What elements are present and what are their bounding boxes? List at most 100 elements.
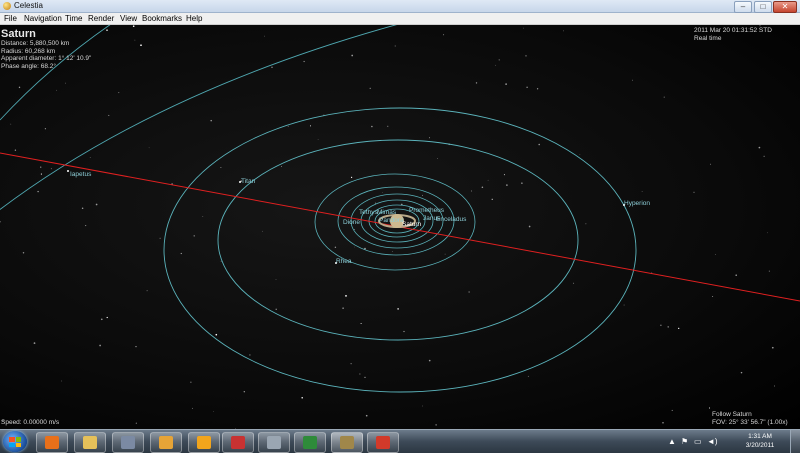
star [710, 163, 712, 165]
start-button[interactable] [3, 431, 27, 452]
star [667, 326, 669, 328]
volume-icon[interactable]: ◄) [707, 437, 718, 446]
label-pandora[interactable]: Pandora [379, 217, 404, 224]
menu-time[interactable]: Time [65, 13, 82, 24]
star [350, 176, 353, 179]
action-center-flag-icon[interactable]: ⚑ [681, 437, 688, 446]
label-mimas[interactable]: Mimas [377, 209, 396, 216]
star [714, 254, 716, 255]
phase-angle-readout: Phase angle: 68.2° [1, 62, 57, 70]
star [382, 192, 383, 193]
menu-navigation[interactable]: Navigation [24, 13, 62, 24]
star [95, 203, 98, 206]
star [301, 396, 303, 399]
star [538, 143, 540, 146]
close-button[interactable]: ✕ [773, 1, 797, 13]
taskbar-celestia-button[interactable] [331, 432, 363, 453]
star [768, 270, 770, 272]
star [585, 223, 587, 225]
label-rhea[interactable]: Rhea [336, 258, 352, 265]
star [740, 371, 743, 374]
network-icon[interactable]: ▭ [694, 437, 702, 446]
star [403, 330, 405, 333]
star [334, 246, 337, 248]
star [190, 381, 192, 383]
menu-file[interactable]: File [4, 13, 17, 24]
taskbar-acrobat-button[interactable] [222, 432, 254, 453]
star [365, 414, 368, 417]
menu-view[interactable]: View [120, 13, 137, 24]
star [443, 34, 445, 36]
celestia-3d-view[interactable]: Iapetus Titan Hyperion Rhea Dione Tethys… [0, 25, 800, 429]
star [422, 194, 423, 196]
star [374, 202, 376, 204]
star [33, 342, 36, 344]
star [712, 295, 714, 298]
tray-expand-icon[interactable]: ▲ [668, 437, 676, 446]
star [708, 407, 711, 409]
star [37, 190, 39, 193]
star [351, 54, 354, 57]
star [22, 252, 25, 254]
label-tethys[interactable]: Tethys [359, 209, 378, 216]
star [391, 251, 393, 252]
camera-info-panel: Follow Saturn FOV: 25° 33' 56.7" (1.00x) [712, 411, 788, 426]
star [135, 345, 137, 348]
star [422, 405, 423, 407]
star [573, 282, 575, 284]
star [771, 346, 774, 349]
label-janus[interactable]: Janus [423, 215, 440, 222]
minimize-button[interactable]: – [734, 1, 752, 13]
star [134, 39, 136, 41]
windows-taskbar: ▲ ⚑ ▭ ◄) 1:31 AM 3/20/2011 [0, 429, 800, 453]
star [662, 421, 664, 424]
taskbar-media-player-button[interactable] [150, 432, 182, 453]
star [85, 225, 87, 227]
taskbar-clock[interactable]: 1:31 AM 3/20/2011 [736, 432, 784, 450]
window-titlebar: Celestia – □ ✕ [0, 0, 800, 13]
label-saturn[interactable]: Saturn [402, 221, 421, 228]
label-iapetus[interactable]: Iapetus [70, 171, 91, 178]
label-enceladus[interactable]: Enceladus [436, 216, 466, 223]
orbit-scene [0, 25, 800, 429]
star [213, 411, 214, 412]
label-titan[interactable]: Titan [241, 178, 255, 185]
label-dione[interactable]: Dione [343, 219, 360, 226]
star [249, 354, 251, 356]
star [360, 323, 362, 324]
menu-render[interactable]: Render [88, 13, 114, 24]
celestia-orb-icon [197, 436, 211, 449]
document-viewer-icon [267, 436, 281, 449]
taskbar-powerpoint-red-button[interactable] [367, 432, 399, 453]
selected-object-name: Saturn [1, 28, 36, 40]
star [505, 83, 507, 85]
taskbar-explorer-button[interactable] [74, 432, 106, 453]
iapetus-dot [67, 170, 69, 172]
firefox-icon [45, 436, 59, 449]
taskbar-firefox-button[interactable] [36, 432, 68, 453]
star [56, 89, 57, 91]
menu-bookmarks[interactable]: Bookmarks [142, 13, 182, 24]
star [159, 237, 161, 239]
label-hyperion[interactable]: Hyperion [624, 200, 650, 207]
speed-readout: Speed: 0.00000 m/s [1, 419, 60, 426]
taskbar-celestia-orb-button[interactable] [188, 432, 220, 453]
clock-date: 3/20/2011 [745, 442, 775, 449]
star [44, 128, 47, 130]
show-desktop-button[interactable] [790, 430, 800, 453]
star [350, 363, 352, 365]
maximize-button[interactable]: □ [754, 1, 772, 13]
distance-readout: Distance: 5,880,500 km [1, 40, 70, 47]
label-prometheus[interactable]: Prometheus [409, 207, 444, 214]
star [310, 125, 311, 127]
celestia-app-icon [3, 2, 11, 10]
orbit-titan [217, 139, 579, 341]
taskbar-document-viewer-button[interactable] [258, 432, 290, 453]
taskbar-utility-button[interactable] [112, 432, 144, 453]
star [132, 25, 135, 27]
menu-help[interactable]: Help [186, 13, 202, 24]
star [678, 327, 680, 330]
system-tray: ▲ ⚑ ▭ ◄) 1:31 AM 3/20/2011 [668, 431, 788, 452]
star [758, 146, 761, 149]
taskbar-excel-button[interactable] [294, 432, 326, 453]
